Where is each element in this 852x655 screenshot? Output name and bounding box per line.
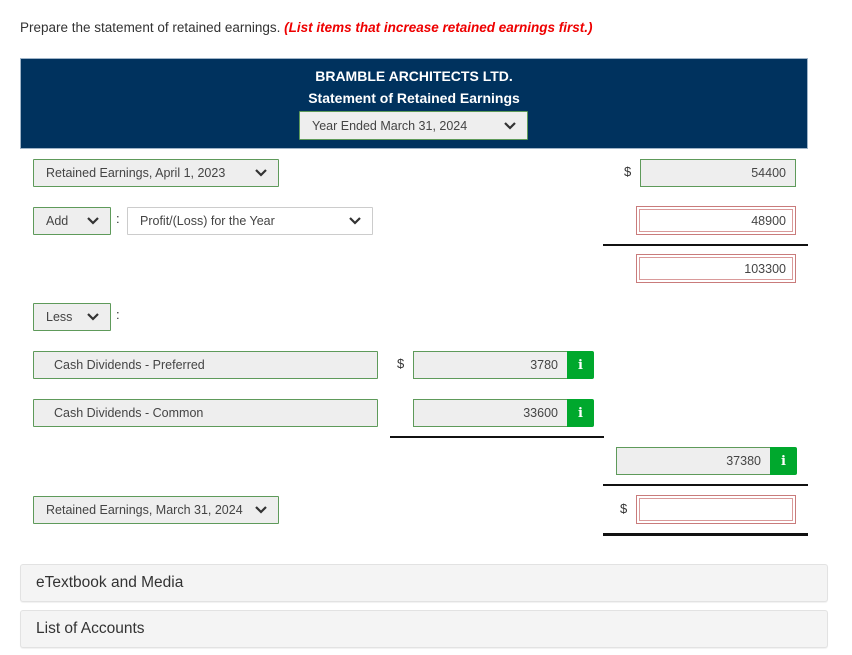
chevron-down-icon	[255, 169, 267, 177]
preferred-dividends-label: Cash Dividends - Preferred	[54, 358, 205, 372]
statement-title: Statement of Retained Earnings	[308, 90, 520, 106]
chevron-down-icon	[87, 313, 99, 321]
closing-balance-label: Retained Earnings, March 31, 2024	[46, 503, 243, 517]
instruction-main: Prepare the statement of retained earnin…	[20, 20, 285, 35]
subtotal-rule	[603, 244, 808, 246]
currency-symbol: $	[397, 356, 405, 371]
company-name: BRAMBLE ARCHITECTS LTD.	[315, 68, 513, 84]
currency-symbol: $	[624, 164, 632, 179]
total-dividends-amount[interactable]: 37380	[616, 447, 771, 475]
profit-loss-select[interactable]: Profit/(Loss) for the Year	[127, 207, 373, 235]
etextbook-media-accordion[interactable]: eTextbook and Media	[20, 564, 828, 602]
chevron-down-icon	[349, 217, 361, 225]
add-operator-select[interactable]: Add	[33, 207, 111, 235]
less-operator-value: Less	[46, 310, 73, 324]
profit-loss-label: Profit/(Loss) for the Year	[140, 214, 275, 228]
opening-balance-amount[interactable]: 54400	[640, 159, 796, 187]
currency-symbol: $	[620, 501, 628, 516]
accordion-label: eTextbook and Media	[36, 574, 184, 591]
preferred-dividends-amount[interactable]: 3780	[413, 351, 568, 379]
info-icon[interactable]: i	[770, 447, 797, 475]
profit-amount-input[interactable]: 48900	[636, 206, 796, 235]
info-icon[interactable]: i	[567, 399, 594, 427]
period-select[interactable]: Year Ended March 31, 2024	[299, 111, 528, 140]
list-of-accounts-accordion[interactable]: List of Accounts	[20, 610, 828, 648]
final-double-rule	[603, 533, 808, 536]
closing-balance-select[interactable]: Retained Earnings, March 31, 2024	[33, 496, 279, 524]
preferred-dividends-field[interactable]: Cash Dividends - Preferred	[33, 351, 378, 379]
common-dividends-amount[interactable]: 33600	[413, 399, 568, 427]
add-operator-value: Add	[46, 214, 69, 228]
less-operator-select[interactable]: Less	[33, 303, 111, 331]
instruction-note: (List items that increase retained earni…	[284, 20, 593, 35]
chevron-down-icon	[504, 121, 516, 130]
opening-balance-select[interactable]: Retained Earnings, April 1, 2023	[33, 159, 279, 187]
statement-header: BRAMBLE ARCHITECTS LTD. Statement of Ret…	[20, 58, 808, 149]
opening-balance-label: Retained Earnings, April 1, 2023	[46, 166, 226, 180]
common-dividends-label: Cash Dividends - Common	[54, 406, 204, 420]
colon-separator: :	[116, 307, 120, 322]
closing-balance-input[interactable]	[636, 495, 796, 524]
accordion-label: List of Accounts	[36, 620, 145, 637]
period-select-value: Year Ended March 31, 2024	[312, 118, 468, 133]
instruction-text: Prepare the statement of retained earnin…	[20, 20, 593, 35]
total-rule	[603, 484, 808, 486]
dividends-rule	[390, 436, 604, 438]
common-dividends-field[interactable]: Cash Dividends - Common	[33, 399, 378, 427]
subtotal-amount-input[interactable]: 103300	[636, 254, 796, 283]
chevron-down-icon	[255, 506, 267, 514]
chevron-down-icon	[87, 217, 99, 225]
colon-separator: :	[116, 211, 120, 226]
info-icon[interactable]: i	[567, 351, 594, 379]
